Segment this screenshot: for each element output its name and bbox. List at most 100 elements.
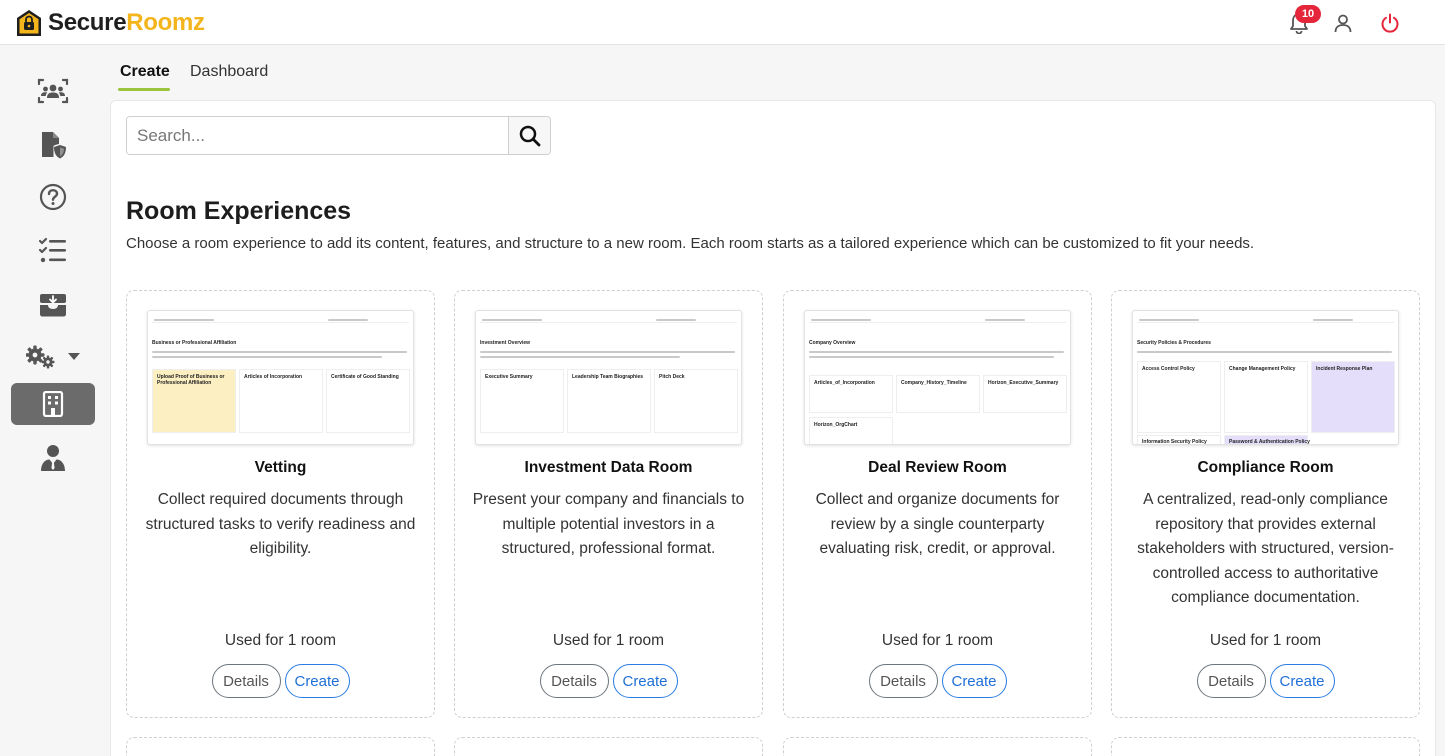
preview-cell-title: Change Management Policy [1229, 366, 1296, 372]
preview-line [480, 351, 735, 353]
tab-create[interactable]: Create [120, 63, 170, 91]
room-card-partial [454, 737, 763, 756]
preview-line [152, 351, 407, 353]
card-description: Collect required documents through struc… [145, 491, 416, 557]
section-description: Choose a room experience to add its cont… [126, 235, 1255, 252]
card-actions: Details Create [455, 664, 762, 698]
card-usage: Used for 1 room [224, 632, 337, 649]
preview-cell-title: Company_History_Timeline [901, 380, 967, 386]
preview-line [656, 319, 696, 321]
section-title: Room Experiences [126, 197, 352, 225]
lock-shield-icon [17, 10, 41, 36]
preview-cell: Information Security Policy [1137, 435, 1221, 445]
preview-line [1137, 351, 1392, 353]
preview-cell: Change Management Policy [1224, 361, 1308, 433]
room-card-investment-data-room: Investment Overview Executive Summary Le… [454, 290, 763, 718]
preview-line [811, 319, 871, 321]
preview-cell-title: Pitch Deck [659, 374, 685, 380]
preview-heading: Company Overview [809, 340, 856, 346]
room-card-compliance-room: Security Policies & Procedures Access Co… [1111, 290, 1420, 718]
sidebar-nav [0, 45, 107, 756]
building-icon [42, 391, 64, 417]
power-icon [1381, 13, 1399, 33]
room-preview-thumbnail: Company Overview Articles_of_Incorporati… [804, 310, 1071, 445]
preview-heading: Security Policies & Procedures [1137, 340, 1211, 346]
users-group-icon [37, 78, 69, 104]
preview-line [1139, 319, 1199, 321]
preview-line [809, 356, 1054, 358]
details-button[interactable]: Details [211, 664, 281, 698]
sidebar-item-account[interactable] [11, 437, 95, 479]
app-logo[interactable]: SecureRoomz [14, 7, 205, 39]
card-description: Present your company and financials to m… [472, 491, 745, 557]
card-title: Compliance Room [1197, 459, 1334, 476]
card-description: A centralized, read-only compliance repo… [1137, 491, 1394, 606]
brand-name: SecureRoomz [48, 9, 205, 37]
preview-cell-title: Articles of Incorporation [244, 374, 303, 380]
details-button[interactable]: Details [868, 664, 938, 698]
preview-line [152, 356, 382, 358]
sidebar-item-help[interactable] [11, 176, 95, 218]
preview-cell: Incident Response Plan [1311, 361, 1395, 433]
create-button[interactable]: Create [941, 664, 1007, 698]
preview-cell: Leadership Team Biographies [567, 369, 651, 433]
search-icon [519, 125, 540, 146]
card-description: Collect and organize documents for revie… [815, 491, 1060, 557]
caret-down-icon [68, 353, 80, 360]
preview-cell-title: Incident Response Plan [1316, 366, 1373, 372]
card-title: Deal Review Room [868, 459, 1007, 476]
card-actions: Details Create [784, 664, 1091, 698]
create-button[interactable]: Create [1269, 664, 1335, 698]
preview-line [328, 319, 368, 321]
preview-cell: Password & Authentication Policy [1224, 435, 1310, 445]
preview-cell-title: Password & Authentication Policy [1229, 439, 1310, 445]
preview-cell: Upload Proof of Business or Professional… [152, 369, 236, 433]
preview-cell: Certificate of Good Standing [326, 369, 410, 433]
search-button[interactable] [508, 117, 550, 154]
search-input[interactable] [127, 117, 508, 154]
checklist-icon [38, 237, 66, 263]
search-bar [126, 116, 551, 155]
preview-line [985, 319, 1025, 321]
preview-heading: Investment Overview [480, 340, 531, 346]
create-button[interactable]: Create [612, 664, 678, 698]
sidebar-item-team[interactable] [11, 70, 95, 112]
user-tie-icon [41, 445, 65, 471]
notification-count-badge: 10 [1295, 5, 1321, 23]
preview-cell-title: Information Security Policy [1142, 439, 1207, 445]
card-usage: Used for 1 room [1209, 632, 1322, 649]
card-usage: Used for 1 room [552, 632, 665, 649]
preview-cell: Articles of Incorporation [239, 369, 323, 433]
room-card-partial [126, 737, 435, 756]
room-card-partial [1111, 737, 1420, 756]
preview-cell-title: Horizon_OrgChart [814, 422, 858, 428]
tab-dashboard[interactable]: Dashboard [190, 63, 268, 91]
preview-cell-title: Upload Proof of Business or Professional… [157, 374, 225, 386]
preview-cell-title: Access Control Policy [1142, 366, 1195, 372]
create-button[interactable]: Create [284, 664, 350, 698]
preview-cell: Company_History_Timeline [896, 375, 980, 413]
sidebar-item-rooms[interactable] [11, 383, 95, 425]
profile-button[interactable] [1331, 11, 1355, 35]
question-circle-icon [39, 183, 67, 211]
file-shield-icon [42, 132, 66, 159]
card-actions: Details Create [1112, 664, 1419, 698]
room-preview-thumbnail: Security Policies & Procedures Access Co… [1132, 310, 1399, 445]
room-preview-thumbnail: Investment Overview Executive Summary Le… [475, 310, 742, 445]
sidebar-item-secure-documents[interactable] [11, 124, 95, 166]
preview-cell-title: Certificate of Good Standing [331, 374, 399, 380]
details-button[interactable]: Details [1196, 664, 1266, 698]
card-actions: Details Create [127, 664, 434, 698]
logout-button[interactable] [1378, 11, 1402, 35]
preview-cell: Articles_of_Incorporation [809, 375, 893, 413]
sidebar-item-settings[interactable] [11, 336, 95, 378]
preview-cell: Access Control Policy [1137, 361, 1221, 433]
card-usage: Used for 1 room [881, 632, 994, 649]
sidebar-item-tasks[interactable] [11, 230, 95, 272]
details-button[interactable]: Details [539, 664, 609, 698]
sidebar-item-inbox[interactable] [11, 284, 95, 326]
room-card-deal-review-room: Company Overview Articles_of_Incorporati… [783, 290, 1092, 718]
preview-cell: Pitch Deck [654, 369, 738, 433]
gears-icon [26, 345, 55, 369]
preview-heading: Business or Professional Affiliation [152, 340, 237, 346]
